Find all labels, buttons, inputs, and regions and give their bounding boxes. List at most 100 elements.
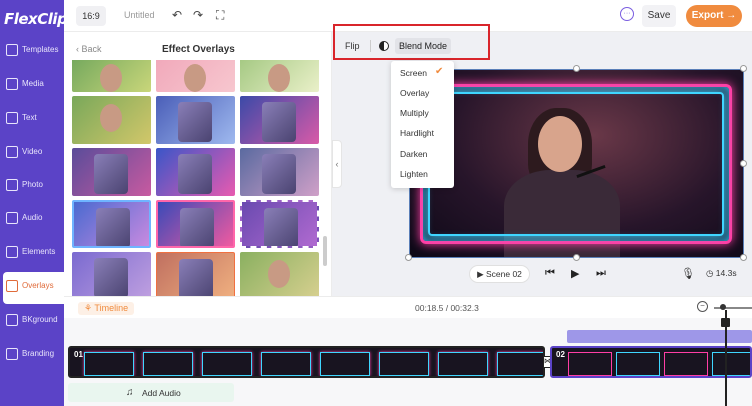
nav-item-audio[interactable]: Audio xyxy=(0,204,64,236)
fullscreen-icon[interactable]: ⛶ xyxy=(216,8,224,23)
audio-icon xyxy=(6,212,18,224)
nav-item-label: Media xyxy=(22,79,44,88)
overlay-thumbnail[interactable] xyxy=(72,200,151,248)
overlay-thumbnail[interactable] xyxy=(156,252,235,296)
blend-mode-menu: Screen ✔ Overlay Multiply Hardlight Dark… xyxy=(391,61,454,188)
clip-frame xyxy=(379,352,429,376)
overlay-thumbnail[interactable] xyxy=(156,148,235,196)
clip-frame xyxy=(616,352,660,376)
blend-option-multiply[interactable]: Multiply xyxy=(400,108,429,118)
nav-item-photo[interactable]: Photo xyxy=(0,171,64,203)
nav-item-label: Templates xyxy=(22,45,59,54)
redo-icon[interactable]: ↷ xyxy=(193,8,203,22)
elements-icon xyxy=(6,246,18,258)
aspect-ratio-button[interactable]: 16:9 xyxy=(76,6,106,26)
nav-item-label: Audio xyxy=(22,213,43,222)
nav-item-label: Overlays xyxy=(22,281,54,290)
nav-item-video[interactable]: Video xyxy=(0,138,64,170)
nav-item-label: Text xyxy=(22,113,37,122)
overlay-thumbnail[interactable] xyxy=(240,252,319,296)
previous-icon[interactable]: ⏮ xyxy=(545,267,555,280)
highlight-box xyxy=(333,24,490,60)
nav-item-overlays[interactable]: Overlays xyxy=(3,272,64,304)
nav-item-label: Branding xyxy=(22,349,55,358)
export-button[interactable]: Export → xyxy=(686,5,742,27)
overlay-thumbnail[interactable] xyxy=(72,252,151,296)
playhead-handle[interactable] xyxy=(721,318,730,327)
overlay-thumbnail[interactable] xyxy=(240,148,319,196)
next-icon[interactable]: ⏭ xyxy=(596,267,606,280)
save-button[interactable]: Save xyxy=(642,5,676,27)
resize-handle[interactable] xyxy=(740,160,747,167)
overlays-panel: ‹ Back Effect Overlays xyxy=(64,32,332,296)
clip-frame xyxy=(320,352,370,376)
panel-scrollbar[interactable] xyxy=(323,236,327,266)
add-audio-button[interactable]: ♫ Add Audio xyxy=(68,383,234,402)
blend-option-screen[interactable]: Screen xyxy=(400,68,427,78)
overlay-thumbnail[interactable] xyxy=(156,60,235,92)
timeline-toggle[interactable]: ⚘ Timeline xyxy=(78,302,135,315)
nav-item-label: Photo xyxy=(22,180,43,189)
resize-handle[interactable] xyxy=(405,254,412,261)
timeline-clip-02[interactable]: 02 xyxy=(550,346,752,378)
resize-handle[interactable] xyxy=(740,65,747,72)
panel-collapse-button[interactable]: ‹ xyxy=(332,140,342,188)
text-icon xyxy=(6,112,18,124)
project-name[interactable]: Untitled xyxy=(124,10,155,20)
panel-title: Effect Overlays xyxy=(162,44,235,55)
clip-frame xyxy=(712,352,750,376)
resize-handle[interactable] xyxy=(573,65,580,72)
add-audio-label: Add Audio xyxy=(142,388,181,398)
nav-item-bkground[interactable]: BKground xyxy=(0,306,64,338)
zoom-out-icon[interactable]: − xyxy=(697,301,708,312)
play-icon[interactable]: ▶ xyxy=(571,267,579,280)
clip-frame xyxy=(438,352,488,376)
video-icon xyxy=(6,146,18,158)
left-nav: FlexClip Templates Media Text Video Phot… xyxy=(0,0,68,406)
neon-overlay-inner xyxy=(428,92,724,236)
resize-handle[interactable] xyxy=(573,254,580,261)
overlay-thumbnail[interactable] xyxy=(240,60,319,92)
nav-item-elements[interactable]: Elements xyxy=(0,238,64,270)
blend-option-lighten[interactable]: Lighten xyxy=(400,169,428,179)
overlay-thumbnail[interactable] xyxy=(240,200,319,248)
overlay-thumbnail[interactable] xyxy=(72,60,151,92)
timeline-clip-01[interactable]: 01 xyxy=(68,346,545,378)
nav-item-branding[interactable]: Branding xyxy=(0,340,64,372)
scene-duration[interactable]: ◷ 14.3s xyxy=(706,268,737,279)
back-link[interactable]: ‹ Back xyxy=(76,44,102,54)
branding-icon xyxy=(6,348,18,360)
undo-icon[interactable]: ↶ xyxy=(172,8,182,22)
nav-item-media[interactable]: Media xyxy=(0,70,64,102)
overlays-icon xyxy=(6,280,18,292)
media-icon xyxy=(6,78,18,90)
blend-option-darken[interactable]: Darken xyxy=(400,149,427,159)
overlay-thumbnail[interactable] xyxy=(156,96,235,144)
nav-item-label: Elements xyxy=(22,247,56,256)
nav-item-templates[interactable]: Templates xyxy=(0,36,64,68)
blend-option-overlay[interactable]: Overlay xyxy=(400,88,429,98)
clip-frame xyxy=(143,352,193,376)
timeline-header: ⚘ Timeline 00:18.5 / 00:32.3 − xyxy=(64,296,752,318)
clip-frame xyxy=(664,352,708,376)
nav-item-text[interactable]: Text xyxy=(0,104,64,136)
microphone-icon[interactable]: 🎙 xyxy=(681,267,695,280)
overlay-thumbnail[interactable] xyxy=(156,200,235,248)
flexclip-logo[interactable]: FlexClip xyxy=(4,10,68,28)
clip-frame xyxy=(84,352,134,376)
clip-frame xyxy=(261,352,311,376)
nav-item-label: BKground xyxy=(22,315,58,324)
clip-frame xyxy=(497,352,543,376)
blend-option-hardlight[interactable]: Hardlight xyxy=(400,128,434,138)
overlay-thumbnail[interactable] xyxy=(72,148,151,196)
video-canvas[interactable] xyxy=(409,69,744,258)
clip-frame xyxy=(568,352,612,376)
background-icon xyxy=(6,314,18,326)
templates-icon xyxy=(6,44,18,56)
music-note-icon: ♫ xyxy=(126,387,134,398)
overlay-thumbnail[interactable] xyxy=(240,96,319,144)
resize-handle[interactable] xyxy=(740,254,747,261)
overlay-thumbnail[interactable] xyxy=(72,96,151,144)
help-icon[interactable]: ··· xyxy=(620,7,634,21)
scene-selector[interactable]: ▶ Scene 02 xyxy=(469,265,530,283)
